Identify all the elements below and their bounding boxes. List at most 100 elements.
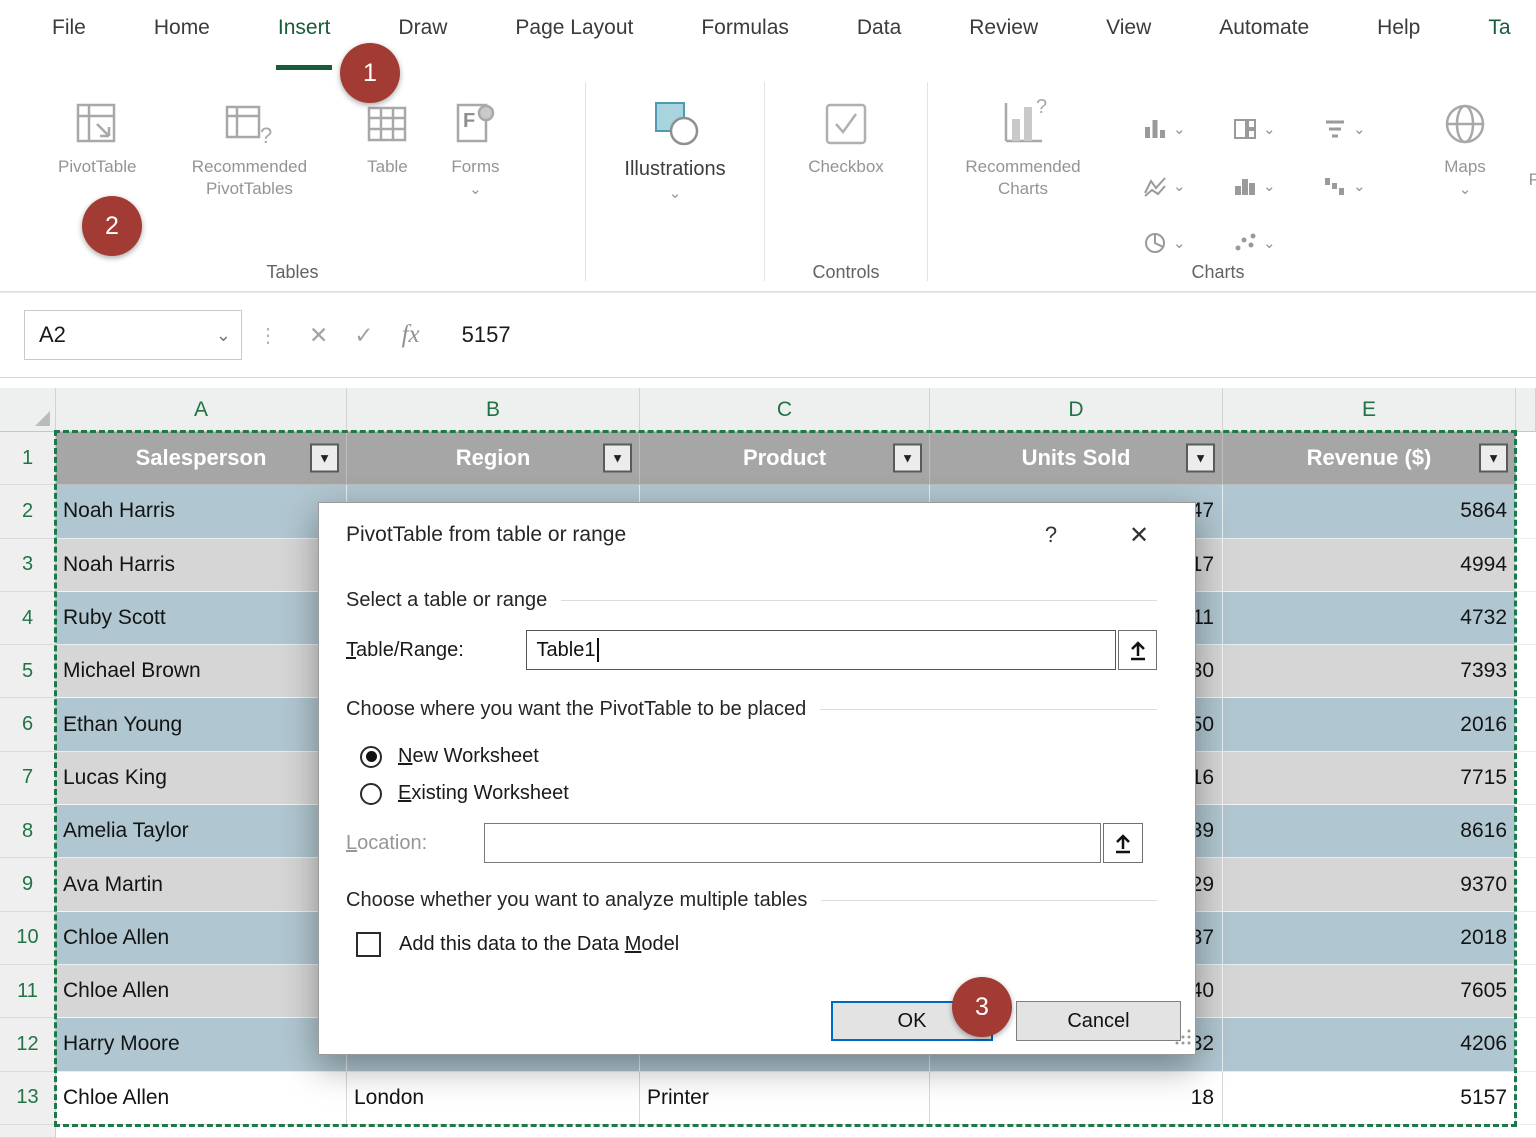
treemap-chart-button[interactable]: ⌄ <box>1224 100 1314 157</box>
tab-file[interactable]: File <box>50 6 88 70</box>
cell-salesperson[interactable]: Ava Martin <box>56 858 347 911</box>
more-options-icon[interactable]: ⋮ <box>258 323 279 348</box>
row-number[interactable]: 1 <box>0 432 56 485</box>
cell-revenue[interactable]: 4206 <box>1223 1018 1516 1071</box>
radio-unselected-icon[interactable] <box>360 783 382 805</box>
range-picker-button[interactable] <box>1118 630 1157 670</box>
filter-button[interactable]: ▼ <box>1479 444 1508 473</box>
close-icon[interactable]: ✕ <box>1121 521 1157 550</box>
dialog-titlebar[interactable]: PivotTable from table or range ? ✕ <box>346 503 1157 567</box>
tab-home[interactable]: Home <box>152 6 212 70</box>
cell-salesperson[interactable]: Noah Harris <box>56 485 347 538</box>
header-salesperson[interactable]: Salesperson ▼ <box>56 432 347 485</box>
cell-revenue[interactable]: 2018 <box>1223 912 1516 965</box>
header-units-sold[interactable]: Units Sold ▼ <box>930 432 1223 485</box>
cell-units[interactable]: 18 <box>930 1072 1223 1125</box>
cell-salesperson[interactable]: Chloe Allen <box>56 912 347 965</box>
tab-draw[interactable]: Draw <box>396 6 449 70</box>
row-number[interactable]: 6 <box>0 698 56 751</box>
tab-automate[interactable]: Automate <box>1217 6 1311 70</box>
tab-data[interactable]: Data <box>855 6 903 70</box>
tab-formulas[interactable]: Formulas <box>699 6 791 70</box>
recommended-pivottables-button[interactable]: ? Recommended PivotTables <box>164 88 334 204</box>
row-number[interactable]: 13 <box>0 1072 56 1125</box>
cell-salesperson[interactable]: Harry Moore <box>56 1018 347 1071</box>
tab-table-design-partial[interactable]: Ta <box>1486 6 1512 70</box>
row-number[interactable]: 7 <box>0 752 56 805</box>
row-number[interactable]: 8 <box>0 805 56 858</box>
resize-grip[interactable] <box>1174 1028 1192 1051</box>
tab-help[interactable]: Help <box>1375 6 1422 70</box>
enter-entry-icon[interactable]: ✓ <box>354 322 373 349</box>
illustrations-button[interactable]: Illustrations ⌄ <box>614 88 735 206</box>
existing-worksheet-option[interactable]: Existing Worksheet <box>360 782 1157 805</box>
cell-revenue[interactable]: 9370 <box>1223 858 1516 911</box>
filter-button[interactable]: ▼ <box>603 444 632 473</box>
row-number[interactable]: 4 <box>0 592 56 645</box>
column-header-d[interactable]: D <box>930 388 1223 432</box>
row-number[interactable]: 3 <box>0 539 56 592</box>
cell-revenue[interactable]: 4994 <box>1223 539 1516 592</box>
checkbox-unchecked-icon[interactable] <box>356 932 381 957</box>
cell-salesperson[interactable]: Noah Harris <box>56 539 347 592</box>
column-header-b[interactable]: B <box>347 388 640 432</box>
checkbox-control-button[interactable]: Checkbox <box>798 88 894 182</box>
tab-page-layout[interactable]: Page Layout <box>513 6 635 70</box>
row-number[interactable]: 5 <box>0 645 56 698</box>
formula-input[interactable]: 5157 <box>462 322 511 348</box>
cell-revenue[interactable]: 5864 <box>1223 485 1516 538</box>
cell-product[interactable]: Printer <box>640 1072 930 1125</box>
insert-function-icon[interactable]: fx <box>402 321 420 349</box>
name-box[interactable]: A2 ⌄ <box>24 310 242 360</box>
column-chart-button[interactable]: ⌄ <box>1134 100 1224 157</box>
row-number[interactable]: 10 <box>0 912 56 965</box>
header-region[interactable]: Region ▼ <box>347 432 640 485</box>
table-range-input[interactable]: Table1 <box>526 630 1117 670</box>
maps-button[interactable]: Maps ⌄ <box>1430 88 1500 202</box>
row-number[interactable]: 2 <box>0 485 56 538</box>
cancel-entry-icon[interactable]: ✕ <box>309 322 328 349</box>
funnel-chart-button[interactable]: ⌄ <box>1314 100 1404 157</box>
cell-revenue[interactable]: 8616 <box>1223 805 1516 858</box>
filter-button[interactable]: ▼ <box>1186 444 1215 473</box>
cell-revenue[interactable]: 4732 <box>1223 592 1516 645</box>
cell-salesperson[interactable]: Chloe Allen <box>56 1072 347 1125</box>
cell-revenue[interactable]: 7393 <box>1223 645 1516 698</box>
column-header-c[interactable]: C <box>640 388 930 432</box>
filter-button[interactable]: ▼ <box>893 444 922 473</box>
cell-salesperson[interactable]: Amelia Taylor <box>56 805 347 858</box>
cell-salesperson[interactable]: Chloe Allen <box>56 965 347 1018</box>
help-icon[interactable]: ? <box>1033 522 1069 548</box>
filter-button[interactable]: ▼ <box>310 444 339 473</box>
row-number[interactable]: 11 <box>0 965 56 1018</box>
range-picker-button[interactable] <box>1103 823 1143 863</box>
row-number[interactable]: 12 <box>0 1018 56 1071</box>
waterfall-chart-button[interactable]: ⌄ <box>1314 157 1404 214</box>
cell-revenue[interactable]: 2016 <box>1223 698 1516 751</box>
select-all-corner[interactable] <box>0 388 56 432</box>
tab-view[interactable]: View <box>1104 6 1153 70</box>
row-number[interactable]: 9 <box>0 858 56 911</box>
pivotchart-partial-label[interactable]: P <box>1529 170 1536 190</box>
location-input[interactable] <box>484 823 1101 863</box>
cell-salesperson[interactable]: Ethan Young <box>56 698 347 751</box>
new-worksheet-option[interactable]: New Worksheet <box>360 745 1157 768</box>
cell-revenue[interactable]: 5157 <box>1223 1072 1516 1125</box>
cell-salesperson[interactable]: Michael Brown <box>56 645 347 698</box>
forms-button[interactable]: F Forms ⌄ <box>440 88 510 202</box>
header-revenue[interactable]: Revenue ($) ▼ <box>1223 432 1516 485</box>
tab-insert[interactable]: Insert <box>276 6 333 70</box>
cell-revenue[interactable]: 7605 <box>1223 965 1516 1018</box>
header-product[interactable]: Product ▼ <box>640 432 930 485</box>
pivottable-button[interactable]: PivotTable <box>48 88 146 182</box>
cancel-button[interactable]: Cancel <box>1016 1001 1181 1041</box>
cell-revenue[interactable]: 7715 <box>1223 752 1516 805</box>
recommended-charts-button[interactable]: ? Recommended Charts <box>938 88 1108 204</box>
column-header-a[interactable]: A <box>56 388 347 432</box>
histogram-chart-button[interactable]: ⌄ <box>1224 157 1314 214</box>
cell-region[interactable]: London <box>347 1072 640 1125</box>
line-chart-button[interactable]: ⌄ <box>1134 157 1224 214</box>
cell-salesperson[interactable]: Ruby Scott <box>56 592 347 645</box>
name-box-dropdown-icon[interactable]: ⌄ <box>216 325 231 346</box>
data-model-option[interactable]: Add this data to the Data Model <box>356 932 1157 957</box>
